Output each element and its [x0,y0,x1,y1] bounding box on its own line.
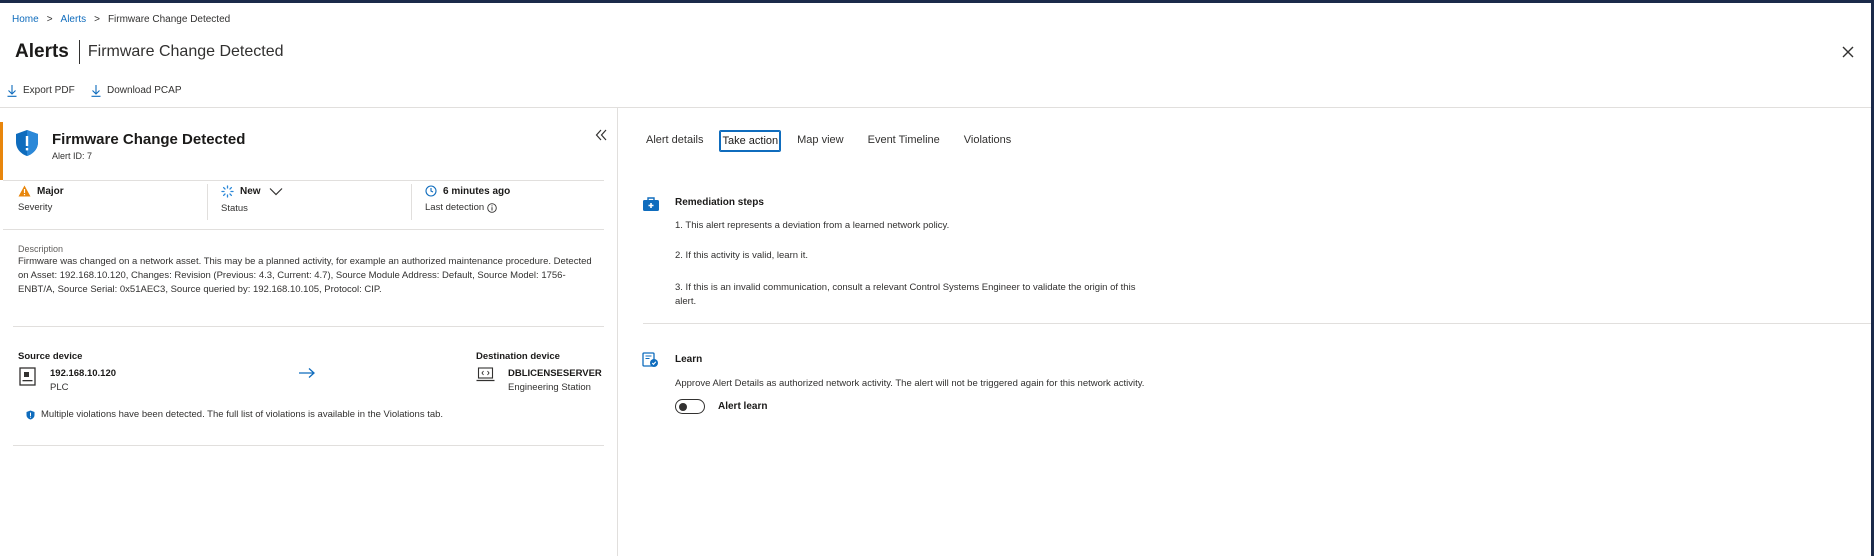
remediation-divider [643,323,1871,324]
laptop-icon [476,367,495,387]
plc-icon [19,367,36,391]
export-pdf-button[interactable]: Export PDF [7,84,75,97]
clock-icon [425,185,437,197]
tab-violations[interactable]: Violations [963,130,1013,152]
tab-list: Alert details Take action Map view Event… [645,130,1034,152]
source-device-type: PLC [50,382,69,393]
learn-title: Learn [675,354,703,365]
violations-notice-text: Multiple violations have been detected. … [41,409,444,420]
last-detection-field: 6 minutes ago Last detection [425,185,510,213]
chevron-down-icon[interactable] [269,187,283,196]
severity-accent-bar [0,122,3,180]
description-divider [13,326,604,327]
learn-icon [642,352,659,373]
double-chevron-left-icon [595,129,607,141]
tab-alert-details[interactable]: Alert details [645,130,704,152]
alert-id: Alert ID: 7 [52,151,93,161]
facts-bottom-divider [3,229,604,230]
remediation-title: Remediation steps [675,197,764,208]
violations-notice: Multiple violations have been detected. … [26,409,443,420]
remediation-step-2: 2. If this activity is valid, learn it. [675,250,809,261]
close-button[interactable] [1838,42,1858,62]
tab-map-view[interactable]: Map view [796,130,844,152]
breadcrumb-separator: > [46,14,53,25]
last-detection-label: Last detection [425,202,485,213]
severity-label: Severity [18,202,53,213]
pane-divider [617,108,618,556]
tab-event-timeline[interactable]: Event Timeline [867,130,941,152]
breadcrumb-home[interactable]: Home [12,14,39,25]
info-icon[interactable] [487,202,497,213]
source-device-label: Source device [18,351,83,362]
top-border [0,0,1874,3]
learn-text: Approve Alert Details as authorized netw… [675,378,1145,389]
download-icon [7,85,17,97]
severity-field: Major Severity [18,185,64,213]
fact-divider [207,184,208,220]
toggle-knob [679,402,687,411]
destination-device-type: Engineering Station [508,382,591,393]
download-pcap-label: Download PCAP [107,85,182,96]
page-title-sub: Firmware Change Detected [87,43,284,60]
alert-learn-toggle[interactable] [675,399,705,414]
warning-icon [18,185,31,197]
download-icon [91,85,101,97]
remediation-icon [642,196,660,217]
download-pcap-button[interactable]: Download PCAP [91,84,181,97]
status-value: New [240,186,261,197]
status-field[interactable]: New Status [221,185,289,214]
status-new-icon [221,185,234,198]
shield-info-icon [26,410,35,419]
close-icon [1842,46,1854,58]
remediation-step-1: 1. This alert represents a deviation fro… [675,220,950,231]
alert-title: Firmware Change Detected [52,131,246,148]
severity-value: Major [37,185,64,197]
description-label: Description [18,244,64,254]
page-title-main: Alerts [15,41,69,62]
breadcrumb-alerts[interactable]: Alerts [61,14,87,25]
destination-device-name[interactable]: DBLICENSESERVER [508,368,602,379]
breadcrumb-separator: > [94,14,100,25]
arrow-right-icon [298,366,316,384]
remediation-step-3: 3. If this is an invalid communication, … [675,282,1136,307]
destination-device-label: Destination device [476,351,560,362]
tab-take-action[interactable]: Take action [719,130,782,152]
alert-learn-label: Alert learn [718,401,768,412]
title-divider [78,40,80,64]
source-device-name[interactable]: 192.168.10.120 [50,368,116,379]
last-detection-value: 6 minutes ago [443,185,511,197]
breadcrumb-current: Firmware Change Detected [107,14,231,25]
header-divider [0,107,1871,108]
status-label: Status [221,203,248,214]
breadcrumb: Home > Alerts > Firmware Change Detected [12,14,230,25]
description-text: Firmware was changed on a network asset.… [18,256,592,295]
collapse-pane-button[interactable] [594,128,608,147]
page-title: Alerts Firmware Change Detected [15,40,284,64]
fact-divider [411,184,412,220]
shield-alert-icon [14,129,40,162]
export-pdf-label: Export PDF [23,85,75,96]
devices-divider [13,445,604,446]
facts-top-divider [3,180,604,181]
